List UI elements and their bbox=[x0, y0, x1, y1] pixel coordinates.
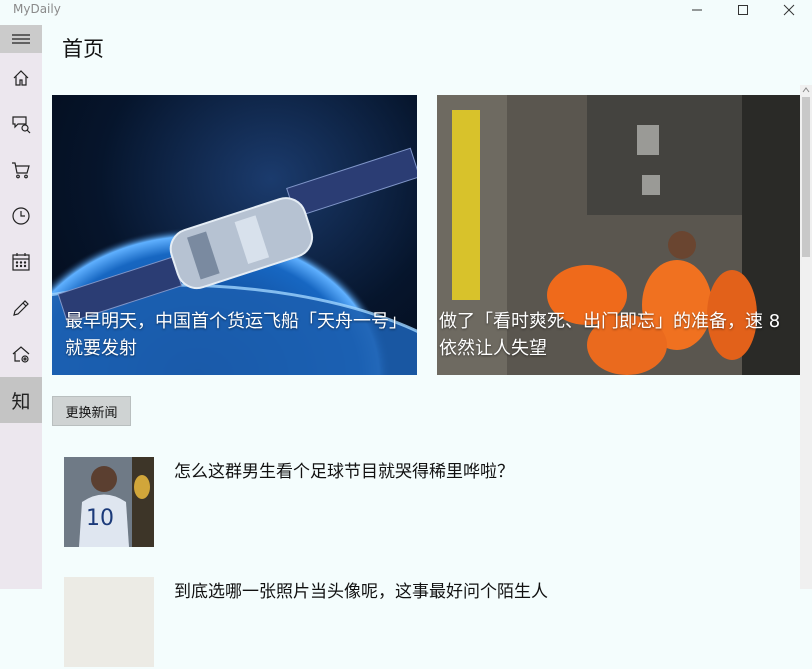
hamburger-menu-button[interactable] bbox=[0, 25, 42, 53]
app-title: MyDaily bbox=[13, 2, 61, 16]
sidebar-item-cart[interactable] bbox=[0, 147, 42, 193]
sidebar-item-home-settings[interactable] bbox=[0, 331, 42, 377]
footballer-thumbnail-image: 10 bbox=[64, 457, 154, 547]
sidebar-item-home[interactable] bbox=[0, 55, 42, 101]
sidebar-item-chat-search[interactable] bbox=[0, 101, 42, 147]
scroll-up-icon[interactable] bbox=[802, 85, 810, 95]
maximize-button[interactable] bbox=[720, 0, 766, 20]
hero-card-1[interactable]: 最早明天，中国首个货运飞船「天舟一号」就要发射 bbox=[52, 95, 417, 375]
close-icon bbox=[783, 4, 795, 16]
switch-news-button[interactable]: 更换新闻 bbox=[52, 396, 131, 426]
hamburger-menu-icon bbox=[12, 34, 30, 44]
portrait-thumbnail-image bbox=[64, 577, 154, 667]
news-list-item[interactable]: 10 怎么这群男生看个足球节目就哭得稀里哗啦？ bbox=[64, 457, 784, 549]
hero-card-2[interactable]: 做了「看时爽死、出门即忘」的准备，速 8 依然让人失望 bbox=[437, 95, 800, 375]
sidebar: 知 bbox=[0, 25, 42, 589]
minimize-icon bbox=[692, 9, 702, 11]
clock-icon bbox=[12, 207, 30, 225]
shopping-cart-icon bbox=[12, 162, 30, 179]
pencil-icon bbox=[13, 300, 29, 316]
chat-search-icon bbox=[12, 116, 31, 134]
news-list-item[interactable]: 到底选哪一张照片当头像呢，这事最好问个陌生人 bbox=[64, 577, 784, 669]
news-thumbnail: 10 bbox=[64, 457, 154, 547]
news-title: 怎么这群男生看个足球节目就哭得稀里哗啦？ bbox=[174, 462, 514, 482]
page-title: 首页 bbox=[62, 37, 104, 61]
svg-text:10: 10 bbox=[86, 506, 114, 531]
sidebar-item-zhihu[interactable]: 知 bbox=[0, 377, 42, 423]
sidebar-item-edit[interactable] bbox=[0, 285, 42, 331]
news-thumbnail bbox=[64, 577, 154, 667]
calendar-icon bbox=[12, 253, 30, 271]
hero-caption: 做了「看时爽死、出门即忘」的准备，速 8 依然让人失望 bbox=[439, 311, 781, 359]
sidebar-item-history[interactable] bbox=[0, 193, 42, 239]
close-button[interactable] bbox=[766, 0, 812, 20]
sidebar-item-calendar[interactable] bbox=[0, 239, 42, 285]
zhihu-label: 知 bbox=[11, 390, 31, 413]
title-bar: MyDaily bbox=[0, 0, 812, 20]
hero-caption: 最早明天，中国首个货运飞船「天舟一号」就要发射 bbox=[65, 311, 407, 359]
scroll-thumb[interactable] bbox=[802, 97, 810, 257]
home-settings-icon bbox=[12, 346, 30, 363]
vertical-scrollbar[interactable] bbox=[800, 85, 812, 589]
maximize-icon bbox=[738, 5, 748, 15]
home-icon bbox=[13, 70, 29, 86]
news-title: 到底选哪一张照片当头像呢，这事最好问个陌生人 bbox=[174, 582, 548, 602]
minimize-button[interactable] bbox=[674, 0, 720, 20]
